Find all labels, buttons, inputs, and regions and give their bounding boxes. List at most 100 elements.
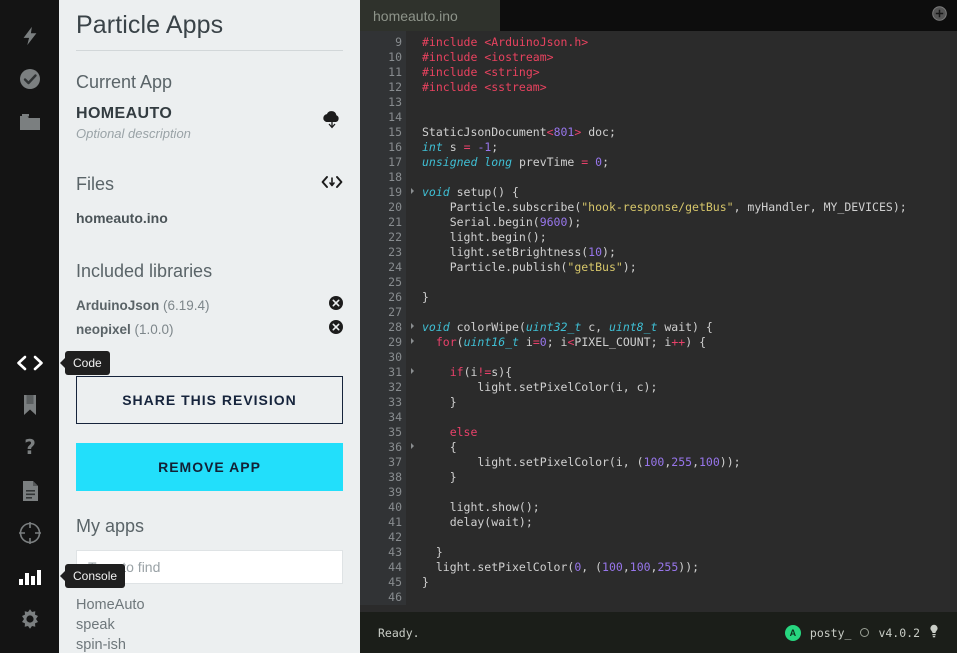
line-number: 25 — [360, 275, 406, 290]
line-number: 13 — [360, 95, 406, 110]
fold-arrow-icon[interactable] — [411, 188, 414, 194]
line-number: 32 — [360, 380, 406, 395]
cloud-download-icon[interactable] — [321, 105, 343, 135]
code-line: 25 — [360, 275, 957, 290]
code-text: if(i!=s){ — [449, 365, 513, 379]
current-app-heading: Current App — [76, 72, 173, 92]
code-icon[interactable] — [0, 342, 59, 384]
bar-chart-icon[interactable] — [0, 555, 59, 597]
fold-arrow-icon[interactable] — [411, 323, 414, 329]
remove-app-button[interactable]: REMOVE APP — [76, 443, 343, 491]
app-list-item-spin-ish[interactable]: spin-ish — [76, 635, 343, 653]
code-line: 10 #include <iostream> — [360, 50, 957, 65]
bookmark-icon[interactable] — [0, 384, 59, 426]
code-text: void colorWipe(uint32_t c, uint8_t wait)… — [422, 320, 713, 334]
library-version: (6.19.4) — [163, 298, 210, 313]
remove-circle-icon[interactable] — [329, 320, 343, 339]
line-number: 26 — [360, 290, 406, 305]
code-text: #include <ArduinoJson.h> — [422, 35, 589, 49]
line-number: 9 — [360, 35, 406, 50]
code-line: 35 else — [360, 425, 957, 440]
code-line: 33 } — [360, 395, 957, 410]
code-line: 26} — [360, 290, 957, 305]
line-number: 31 — [360, 365, 414, 380]
editor-tabbar: homeauto.ino — [360, 0, 957, 31]
question-icon[interactable]: ? — [0, 427, 59, 469]
code-line: 42 — [360, 530, 957, 545]
code-text: for(uint16_t i=0; i<PIXEL_COUNT; i++) { — [435, 335, 706, 349]
code-text: light.begin(); — [422, 230, 547, 244]
check-circle-icon[interactable] — [0, 58, 59, 100]
title-divider — [76, 50, 343, 51]
line-number: 34 — [360, 410, 406, 425]
code-text: } — [422, 470, 457, 484]
code-line: 19 void setup() { — [360, 185, 957, 200]
target-icon[interactable] — [0, 512, 59, 554]
plus-circle-icon[interactable] — [932, 5, 947, 26]
fold-arrow-icon[interactable] — [411, 338, 414, 344]
lightbulb-icon[interactable] — [929, 624, 939, 642]
code-line: 36 { — [360, 440, 957, 455]
code-area[interactable]: 89#include <ArduinoJson.h>10#include <io… — [360, 31, 957, 612]
code-text: StaticJsonDocument<801> doc; — [422, 125, 616, 139]
code-line: 27 — [360, 305, 957, 320]
app-list-item-homeauto[interactable]: HomeAuto — [76, 595, 343, 615]
code-line: 34 — [360, 410, 957, 425]
code-line: 16 int s = -1; — [360, 140, 957, 155]
code-text: #include <string> — [422, 65, 540, 79]
line-number: 45 — [360, 575, 406, 590]
line-number: 14 — [360, 110, 406, 125]
circle-icon[interactable] — [860, 628, 870, 637]
line-number: 23 — [360, 245, 406, 260]
code-text: light.setPixelColor(0, (100,100,255)); — [422, 560, 700, 574]
library-version: (1.0.0) — [134, 322, 174, 337]
line-number: 30 — [360, 350, 406, 365]
line-number: 15 — [360, 125, 406, 140]
line-number: 24 — [360, 260, 406, 275]
line-number: 36 — [360, 440, 414, 455]
line-number: 27 — [360, 305, 406, 320]
code-text: light.setBrightness(10); — [422, 245, 616, 259]
fold-arrow-icon[interactable] — [411, 368, 414, 374]
code-text: void setup() { — [422, 185, 519, 199]
app-list-item-speak[interactable]: speak — [76, 615, 343, 635]
code-text: } — [422, 575, 429, 589]
code-line: 30 — [360, 350, 957, 365]
code-text: delay(wait); — [422, 515, 533, 529]
gear-icon[interactable] — [0, 598, 59, 640]
code-text: } — [422, 290, 429, 304]
code-line: 15 StaticJsonDocument<801> doc; — [360, 125, 957, 140]
code-brackets-icon[interactable] — [321, 175, 343, 194]
status-user[interactable]: posty_ — [810, 626, 852, 640]
library-name: ArduinoJson — [76, 298, 160, 313]
share-revision-button[interactable]: SHARE THIS REVISION — [76, 376, 343, 424]
fold-arrow-icon[interactable] — [411, 443, 414, 449]
lightning-icon[interactable] — [0, 15, 59, 57]
document-icon[interactable] — [0, 470, 59, 512]
file-item-homeauto[interactable]: homeauto.ino — [76, 210, 343, 226]
line-number: 41 — [360, 515, 406, 530]
code-text: light.setPixelColor(i, (100,255,100)); — [422, 455, 741, 469]
code-line: 28 void colorWipe(uint32_t c, uint8_t wai… — [360, 320, 957, 335]
my-apps-heading: My apps — [76, 516, 145, 536]
code-line: 46 — [360, 590, 957, 605]
code-line: 17 unsigned long prevTime = 0; — [360, 155, 957, 170]
remove-circle-icon[interactable] — [329, 296, 343, 315]
code-text: light.show(); — [422, 500, 540, 514]
code-line: 43 } — [360, 545, 957, 560]
line-number: 37 — [360, 455, 406, 470]
code-text: #include <iostream> — [422, 50, 554, 64]
status-message: Ready. — [378, 625, 420, 640]
editor-tab-homeauto-ino[interactable]: homeauto.ino — [360, 0, 500, 31]
line-number: 39 — [360, 485, 406, 500]
line-number: 44 — [360, 560, 406, 575]
status-version: v4.0.2 — [878, 625, 920, 640]
line-number: 11 — [360, 65, 406, 80]
folder-icon[interactable] — [0, 101, 59, 143]
line-number: 35 — [360, 425, 406, 440]
